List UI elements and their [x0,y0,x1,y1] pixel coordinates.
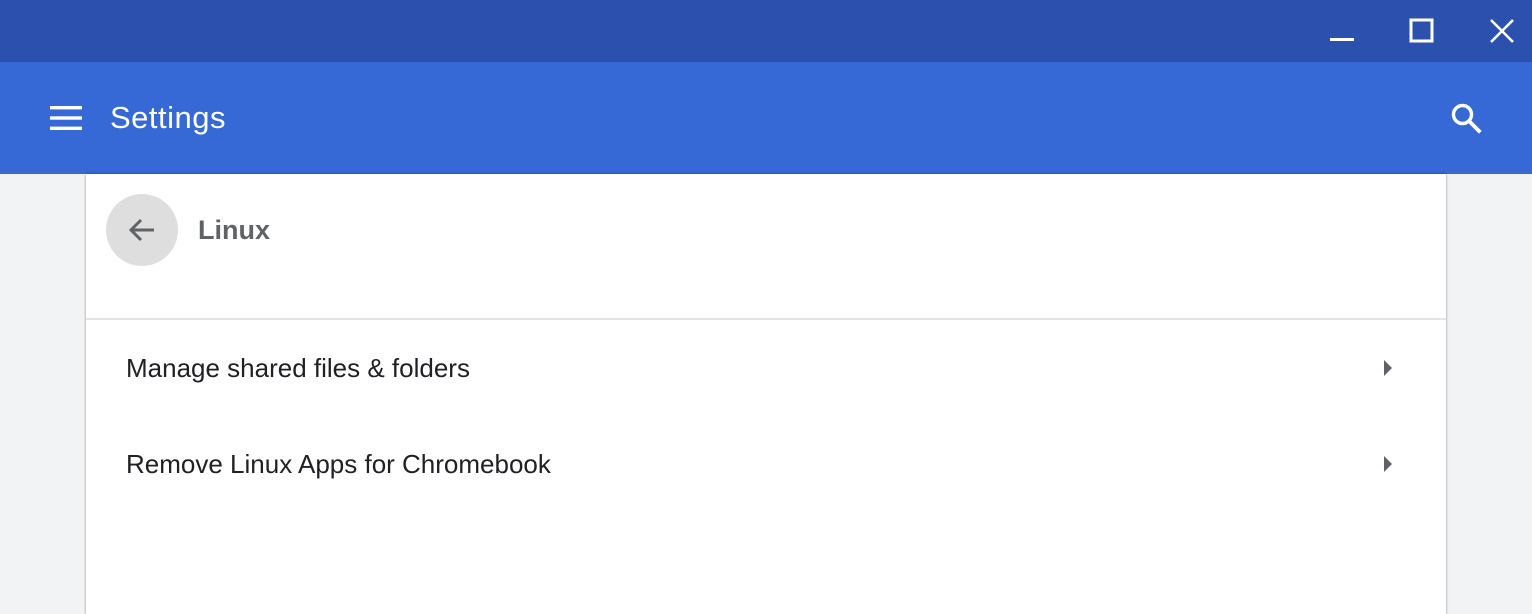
minimize-button[interactable] [1302,0,1382,62]
remove-linux-apps-row[interactable]: Remove Linux Apps for Chromebook [86,416,1446,512]
row-label: Manage shared files & folders [126,353,470,383]
app-title: Settings [110,100,227,135]
close-icon [1490,19,1514,43]
main-menu-button[interactable] [30,92,102,144]
back-button[interactable] [106,194,178,266]
arrow-back-icon [128,218,154,242]
manage-shared-folders-row[interactable]: Manage shared files & folders [86,320,1446,416]
window-titlebar [0,0,1532,62]
close-button[interactable] [1462,0,1532,62]
hamburger-menu-icon [50,106,82,130]
search-icon [1451,103,1482,134]
maximize-icon [1409,18,1434,43]
app-header: Settings [0,62,1532,174]
linux-settings-card: Linux Manage shared files & folders Remo… [86,174,1446,614]
minimize-icon [1330,38,1354,41]
arrow-right-icon [1376,356,1400,380]
subpage-header: Linux [86,174,1446,320]
arrow-right-icon [1376,452,1400,476]
maximize-button[interactable] [1382,0,1462,62]
search-button[interactable] [1430,92,1502,144]
row-label: Remove Linux Apps for Chromebook [126,449,551,479]
page-title: Linux [198,215,270,245]
